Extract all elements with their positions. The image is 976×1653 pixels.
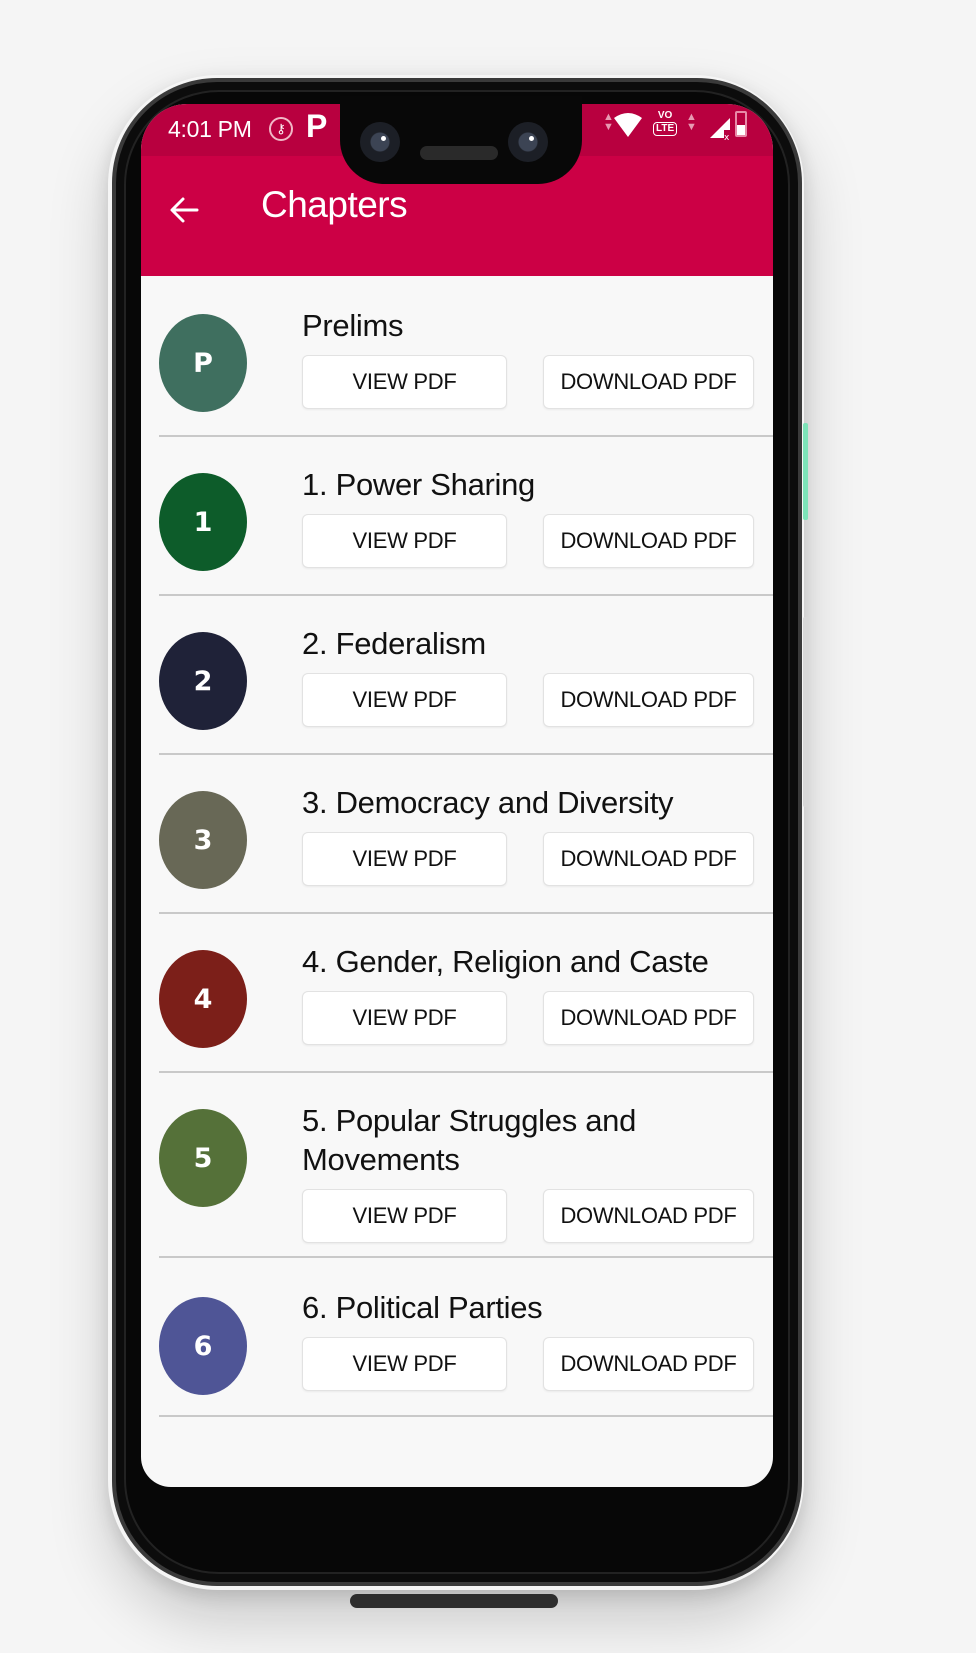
row-divider	[159, 1415, 773, 1417]
download-pdf-button[interactable]: DOWNLOAD PDF	[543, 1337, 754, 1391]
power-button	[803, 423, 808, 520]
camera-notch	[340, 96, 582, 184]
view-pdf-button[interactable]: VIEW PDF	[302, 991, 507, 1045]
chapter-avatar: 1	[159, 473, 247, 571]
chapter-avatar: 6	[159, 1297, 247, 1395]
signal-icon: x	[710, 118, 730, 140]
chapter-avatar: 4	[159, 950, 247, 1048]
screen: 4:01 PM ⚷ P ▲ ▼ VO LTE ▲ ▼ x Chapters P Pr…	[141, 104, 773, 1487]
download-pdf-button[interactable]: DOWNLOAD PDF	[543, 1189, 754, 1243]
chapter-title: 5. Popular Struggles and Movements	[302, 1103, 637, 1177]
chapter-avatar: 3	[159, 791, 247, 889]
vpn-shield-icon: ⚷	[269, 117, 293, 141]
home-gesture-bar[interactable]	[350, 1594, 558, 1608]
back-arrow-icon[interactable]	[163, 188, 207, 232]
view-pdf-button[interactable]: VIEW PDF	[302, 1337, 507, 1391]
chapter-row-3: 3 3. Democracy and Diversity VIEW PDF DO…	[141, 755, 773, 914]
chapter-title: 3. Democracy and Diversity	[302, 785, 674, 820]
view-pdf-button[interactable]: VIEW PDF	[302, 832, 507, 886]
chapter-row-2: 2 2. Federalism VIEW PDF DOWNLOAD PDF	[141, 596, 773, 755]
front-camera-icon	[360, 122, 400, 162]
view-pdf-button[interactable]: VIEW PDF	[302, 514, 507, 568]
chapter-list: P Prelims VIEW PDF DOWNLOAD PDF 1 1. Pow…	[141, 276, 773, 1417]
volte-label: VO	[657, 110, 673, 121]
chapter-row-4: 4 4. Gender, Religion and Caste VIEW PDF…	[141, 914, 773, 1073]
lte-label: LTE	[653, 122, 678, 136]
chapter-avatar: 5	[159, 1109, 247, 1207]
chapter-title: 6. Political Parties	[302, 1290, 543, 1325]
svg-text:x: x	[724, 133, 730, 140]
chapter-avatar: P	[159, 314, 247, 412]
battery-charging-icon	[735, 111, 747, 137]
volte-icon: VO LTE	[653, 110, 678, 136]
view-pdf-button[interactable]: VIEW PDF	[302, 355, 507, 409]
front-camera-icon-2	[508, 122, 548, 162]
chapter-title: 4. Gender, Religion and Caste	[302, 944, 709, 979]
page-title: Chapters	[261, 184, 408, 225]
view-pdf-button[interactable]: VIEW PDF	[302, 673, 507, 727]
chapter-title: Prelims	[302, 308, 404, 343]
data-arrows-icon-2: ▲ ▼	[686, 111, 697, 133]
download-pdf-button[interactable]: DOWNLOAD PDF	[543, 514, 754, 568]
chapter-row-prelims: P Prelims VIEW PDF DOWNLOAD PDF	[141, 276, 773, 437]
earpiece-speaker	[420, 146, 498, 160]
p-app-icon: P	[306, 108, 328, 144]
view-pdf-button[interactable]: VIEW PDF	[302, 1189, 507, 1243]
download-pdf-button[interactable]: DOWNLOAD PDF	[543, 355, 754, 409]
download-pdf-button[interactable]: DOWNLOAD PDF	[543, 832, 754, 886]
download-pdf-button[interactable]: DOWNLOAD PDF	[543, 991, 754, 1045]
chapter-title: 1. Power Sharing	[302, 467, 535, 502]
chapter-row-6: 6 6. Political Parties VIEW PDF DOWNLOAD…	[141, 1258, 773, 1417]
status-time: 4:01 PM	[168, 116, 252, 142]
chapter-title: 2. Federalism	[302, 626, 486, 661]
chapter-row-1: 1 1. Power Sharing VIEW PDF DOWNLOAD PDF	[141, 437, 773, 596]
download-pdf-button[interactable]: DOWNLOAD PDF	[543, 673, 754, 727]
volume-button	[803, 617, 808, 807]
wifi-icon	[614, 113, 642, 137]
chapter-avatar: 2	[159, 632, 247, 730]
chapter-row-5: 5 5. Popular Struggles and Movements VIE…	[141, 1073, 773, 1258]
